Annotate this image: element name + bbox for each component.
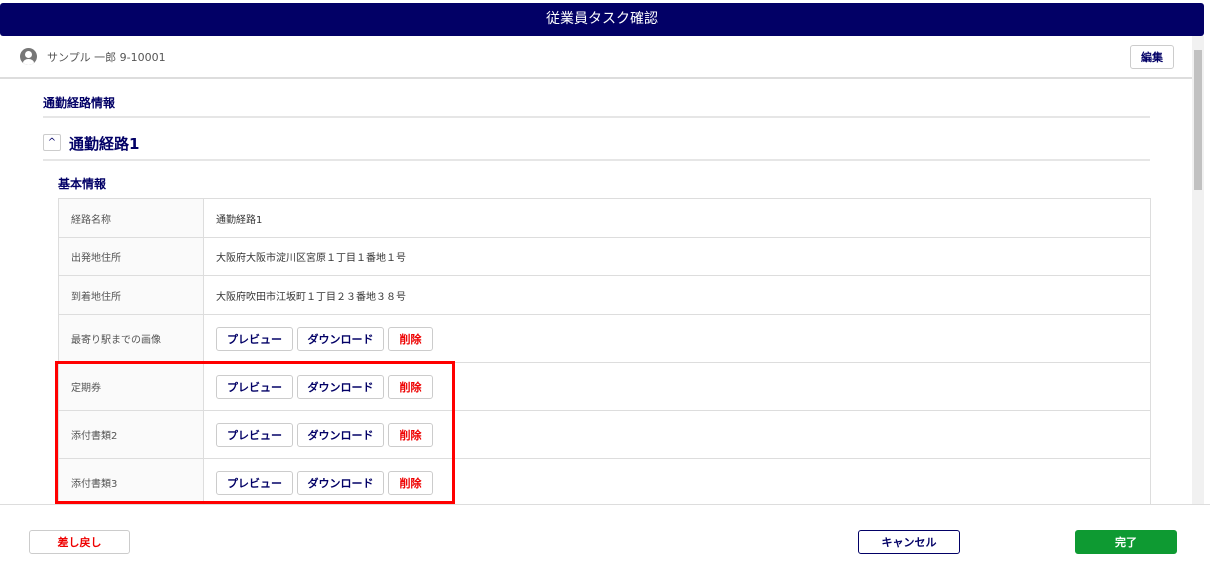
section-title: 通勤経路情報 [43,96,116,110]
row-label: 出発地住所 [58,237,204,276]
page-header: 従業員タスク確認 [0,3,1204,36]
download-button[interactable]: ダウンロード [297,326,384,351]
row-actions: プレビュー ダウンロード 削除 [203,314,1151,363]
user-avatar-icon [20,48,37,65]
delete-button[interactable]: 削除 [388,326,433,351]
cancel-button[interactable]: キャンセル [858,530,960,554]
row-label: 最寄り駅までの画像 [58,314,204,363]
divider [43,159,1150,161]
table-row: 最寄り駅までの画像 プレビュー ダウンロード 削除 [58,314,1151,363]
table-row: 到着地住所 大阪府吹田市江坂町１丁目２３番地３８号 [58,275,1151,315]
collapse-chevron-up-icon[interactable]: ^ [43,134,61,151]
row-value: 通勤経路1 [203,198,1151,238]
send-back-button[interactable]: 差し戻し [29,530,130,554]
highlight-box [55,361,455,504]
table-row: 経路名称 通勤経路1 [58,198,1151,238]
scrollbar[interactable] [1192,36,1204,504]
complete-button[interactable]: 完了 [1075,530,1177,554]
scrollbar-thumb[interactable] [1194,50,1202,190]
divider [43,116,1150,118]
footer: 差し戻し キャンセル 完了 [0,504,1210,570]
table-row: 出発地住所 大阪府大阪市淀川区宮原１丁目１番地１号 [58,237,1151,276]
route-title: 通勤経路1 [69,135,140,153]
row-value: 大阪府吹田市江坂町１丁目２３番地３８号 [203,275,1151,315]
row-label: 到着地住所 [58,275,204,315]
basic-info-title: 基本情報 [58,177,107,191]
user-name: サンプル 一郎 9-10001 [47,50,166,64]
user-bar: サンプル 一郎 9-10001 編集 [0,36,1204,79]
edit-button[interactable]: 編集 [1130,45,1174,69]
row-value: 大阪府大阪市淀川区宮原１丁目１番地１号 [203,237,1151,276]
preview-button[interactable]: プレビュー [216,326,293,351]
row-label: 経路名称 [58,198,204,238]
